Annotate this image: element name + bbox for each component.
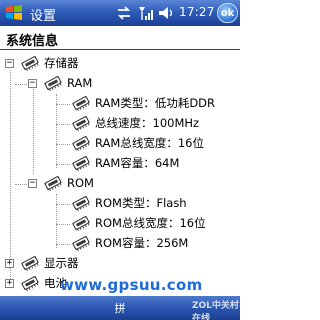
tree-line <box>56 124 70 125</box>
tree-node-ram-type[interactable]: RAM类型：低功耗DDR <box>71 93 215 113</box>
tree-node-label: ROM容量：256M <box>95 236 189 250</box>
battery-expander[interactable]: + <box>5 279 14 288</box>
page-title: 系统信息 <box>0 26 240 50</box>
sync-icon[interactable] <box>115 4 133 22</box>
tree-node-display[interactable]: 显示器 <box>20 253 79 273</box>
ok-button[interactable]: ok <box>217 3 238 23</box>
title-bar: 设置 17:27 ok <box>0 0 240 26</box>
chip-icon <box>71 235 91 251</box>
tree-node-label: RAM类型：低功耗DDR <box>95 96 216 110</box>
display-expander[interactable]: + <box>5 259 14 268</box>
tree-line <box>56 144 70 145</box>
clock[interactable]: 17:27 <box>179 5 215 19</box>
watermark-site: ZOL中关村在线 <box>192 301 239 320</box>
tree-node-rom[interactable]: ROM <box>43 173 94 193</box>
tree-node-ram-bus-width[interactable]: RAM总线宽度：16位 <box>71 133 204 153</box>
tree-line <box>15 84 29 85</box>
chip-icon <box>20 275 40 291</box>
system-info-tree[interactable]: − 存储器 − RAM RAM类型：低功耗DDR 总线速度：100MHz RAM… <box>0 50 240 296</box>
tree-line <box>15 184 29 185</box>
chip-icon <box>20 255 40 271</box>
rom-expander[interactable]: − <box>28 179 37 188</box>
ram-expander[interactable]: − <box>28 79 37 88</box>
tree-line <box>10 70 11 279</box>
watermark-url: www.gpsuu.com <box>60 276 203 294</box>
tree-node-label: ROM <box>67 176 94 190</box>
tree-node-ram-capacity[interactable]: RAM容量：64M <box>71 153 179 173</box>
chip-icon <box>43 175 63 191</box>
input-method-button[interactable]: 拼 <box>110 300 130 316</box>
volume-icon[interactable] <box>157 4 175 22</box>
tree-node-rom-type[interactable]: ROM类型：Flash <box>71 193 187 213</box>
chip-icon <box>71 135 91 151</box>
tree-line <box>33 80 34 174</box>
signal-icon[interactable] <box>137 4 154 22</box>
tree-node-storage[interactable]: 存储器 <box>20 53 79 73</box>
tree-node-label: RAM <box>67 76 93 90</box>
tree-line <box>56 204 70 205</box>
chip-icon <box>71 155 91 171</box>
storage-expander[interactable]: − <box>5 59 14 68</box>
tree-node-rom-capacity[interactable]: ROM容量：256M <box>71 233 188 253</box>
app-title: 设置 <box>30 9 57 24</box>
tree-line <box>56 194 57 248</box>
chip-icon <box>71 95 91 111</box>
tree-line <box>56 244 70 245</box>
chip-icon <box>43 75 63 91</box>
tree-node-label: 显示器 <box>44 256 79 270</box>
chip-icon <box>71 115 91 131</box>
tree-node-label: ROM总线宽度：16位 <box>95 216 206 230</box>
windows-start-icon[interactable] <box>2 2 28 24</box>
tree-line <box>56 164 70 165</box>
tree-node-label: RAM总线宽度：16位 <box>95 136 204 150</box>
tree-node-rom-bus-width[interactable]: ROM总线宽度：16位 <box>71 213 206 233</box>
chip-icon <box>71 195 91 211</box>
tree-node-label: RAM容量：64M <box>95 156 180 170</box>
tree-line <box>56 224 70 225</box>
tree-line <box>56 104 70 105</box>
chip-icon <box>71 215 91 231</box>
chip-icon <box>20 55 40 71</box>
tree-node-label: 存储器 <box>44 56 79 70</box>
tree-node-bus-speed[interactable]: 总线速度：100MHz <box>71 113 199 133</box>
tree-line <box>56 94 57 168</box>
tree-node-ram[interactable]: RAM <box>43 73 92 93</box>
tree-node-label: ROM类型：Flash <box>95 196 187 210</box>
tree-node-label: 总线速度：100MHz <box>95 116 200 130</box>
